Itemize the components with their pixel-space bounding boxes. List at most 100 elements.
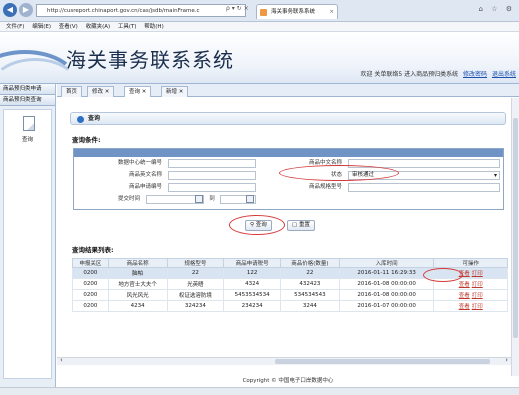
- horizontal-scrollbar[interactable]: ‹ ›: [57, 356, 511, 365]
- apply-no-input[interactable]: [168, 183, 256, 192]
- table-cell: 22: [166, 267, 225, 279]
- table-cell: 122: [223, 267, 282, 279]
- spec-model-input[interactable]: [348, 183, 500, 192]
- address-bar[interactable]: http://cusreport.chinaport.gov.cn/cas/js…: [36, 4, 246, 17]
- table-cell: 2016-01-11 16:29:33: [338, 267, 435, 279]
- menu-tools[interactable]: 工具(T): [118, 24, 137, 30]
- search-section-title: 查询条件:: [72, 136, 101, 144]
- scroll-left-icon[interactable]: ‹: [60, 356, 63, 364]
- table-cell: 324234: [166, 300, 225, 312]
- tab-bar: 首页 修改 ✕ 查询 ✕ 新增 ✕: [57, 84, 519, 97]
- app-header: 海关事务联系系统 欢迎 关单联络5 进入商品预归类系统 修改密码 退出系统: [0, 32, 519, 84]
- table-cell: 2016-01-08 00:00:00: [338, 278, 435, 290]
- app-title: 海关事务联系系统: [66, 48, 234, 72]
- table-row[interactable]: 0200 4234 324234 234234 3244 2016-01-07 …: [72, 300, 508, 312]
- browser-tab-title: 海关事务联系系统: [271, 9, 316, 15]
- back-icon[interactable]: ◀: [3, 3, 17, 17]
- sidebar: 商品预归类申请 商品预归类查询 查询: [0, 84, 56, 387]
- form-row: 数据中心统一编号 商品中文名称: [74, 158, 503, 169]
- welcome-bar: 欢迎 关单联络5 进入商品预归类系统 修改密码 退出系统: [360, 69, 516, 78]
- actions-annotation-ellipse: [423, 268, 463, 282]
- close-tab-icon[interactable]: ×: [329, 5, 334, 19]
- apply-no-label: 商品申请编号: [128, 184, 162, 190]
- column-header: 商品价格(数量): [280, 258, 340, 268]
- print-link[interactable]: 打印: [472, 282, 483, 288]
- search-annotation-ellipse: [229, 215, 285, 235]
- calendar-icon[interactable]: [195, 195, 203, 203]
- document-icon[interactable]: [23, 116, 35, 131]
- menu-favorites[interactable]: 收藏夹(A): [86, 24, 111, 30]
- main-content: 查询 查询条件: 数据中心统一编号 商品中文名称 商品英文名称 状态 审核通过 …: [57, 98, 511, 376]
- table-cell: 4234: [107, 300, 168, 312]
- sidebar-item-apply[interactable]: 商品预归类申请: [0, 84, 55, 95]
- view-link[interactable]: 查看: [459, 304, 470, 310]
- scrollbar-thumb[interactable]: [513, 118, 518, 338]
- column-header: 申报关区: [72, 258, 109, 268]
- search-form: 数据中心统一编号 商品中文名称 商品英文名称 状态 审核通过 商品申请编号 商品…: [73, 148, 504, 210]
- address-bar-icons[interactable]: ρ ▾ ↻ ×: [226, 5, 249, 12]
- table-actions: 查看 打印: [433, 300, 508, 312]
- scroll-right-icon[interactable]: ›: [505, 356, 508, 364]
- table-cell: 地方官士大夫个: [107, 278, 168, 290]
- product-en-name-label: 商品英文名称: [128, 172, 162, 178]
- view-link[interactable]: 查看: [459, 293, 470, 299]
- table-cell: 3244: [280, 300, 340, 312]
- status-bar: [0, 387, 519, 395]
- menu-view[interactable]: 查看(V): [59, 24, 78, 30]
- table-cell: 534534543: [280, 289, 340, 301]
- table-cell: 4324: [223, 278, 282, 290]
- browser-tab[interactable]: 海关事务联系系统 ×: [256, 4, 338, 19]
- print-link[interactable]: 打印: [472, 271, 483, 277]
- column-header: 入库时间: [338, 258, 435, 268]
- panel-title: 查询: [88, 115, 101, 122]
- table-cell: 0200: [72, 267, 109, 279]
- search-form-header: [74, 149, 503, 157]
- tab-query[interactable]: 查询 ✕: [124, 86, 152, 97]
- table-cell: 光英晤: [166, 278, 225, 290]
- table-row[interactable]: 0200 风光风光 权证选溶防境 5453534534 534534543 20…: [72, 289, 508, 301]
- submit-time-label: 提交时间: [117, 196, 140, 202]
- vertical-scrollbar[interactable]: [511, 98, 519, 376]
- change-password-link[interactable]: 修改密码: [463, 71, 487, 78]
- table-cell: 22: [280, 267, 340, 279]
- column-header: 可操作: [433, 258, 508, 268]
- menu-help[interactable]: 帮助(H): [144, 24, 163, 30]
- logout-link[interactable]: 退出系统: [492, 71, 516, 78]
- menu-file[interactable]: 文件(F): [6, 24, 24, 30]
- welcome-text: 欢迎 关单联络5 进入商品预归类系统: [360, 71, 459, 78]
- reset-button[interactable]: ▢ 重置: [287, 220, 315, 231]
- scrollbar-thumb[interactable]: [275, 359, 490, 364]
- tab-edit[interactable]: 修改 ✕: [87, 86, 115, 97]
- tab-home[interactable]: 首页: [61, 86, 83, 97]
- table-header-row: 申报关区 商品名称 规格型号 商品申请税号 商品价格(数量) 入库时间 可操作: [72, 258, 508, 268]
- results-table: 申报关区 商品名称 规格型号 商品申请税号 商品价格(数量) 入库时间 可操作 …: [72, 258, 508, 312]
- form-row: 提交时间 到: [74, 194, 503, 205]
- spec-model-label: 商品规格型号: [308, 184, 342, 190]
- product-en-name-input[interactable]: [168, 171, 256, 180]
- tab-new[interactable]: 新增 ✕: [161, 86, 189, 97]
- menu-edit[interactable]: 编辑(E): [32, 24, 51, 30]
- view-link[interactable]: 查看: [459, 282, 470, 288]
- browser-toolbar-icons[interactable]: ⌂ ☆ ⚙: [479, 5, 515, 13]
- print-link[interactable]: 打印: [472, 304, 483, 310]
- table-cell: 脑帕: [107, 267, 168, 279]
- table-cell: 5453534534: [223, 289, 282, 301]
- data-center-no-input[interactable]: [168, 159, 256, 168]
- table-cell: 234234: [223, 300, 282, 312]
- table-cell: 风光风光: [107, 289, 168, 301]
- forward-icon[interactable]: ▶: [19, 3, 33, 17]
- results-section-title: 查询结果列表:: [72, 246, 114, 254]
- table-cell: 432423: [280, 278, 340, 290]
- sidebar-panel: 查询: [3, 109, 52, 379]
- print-link[interactable]: 打印: [472, 293, 483, 299]
- table-cell: 2016-01-08 00:00:00: [338, 289, 435, 301]
- table-cell: 0200: [72, 289, 109, 301]
- form-row: 商品申请编号 商品规格型号: [74, 182, 503, 193]
- calendar-icon[interactable]: [246, 195, 254, 203]
- sidebar-item-query[interactable]: 商品预归类查询: [0, 95, 55, 106]
- table-cell: 0200: [72, 300, 109, 312]
- sidebar-panel-label[interactable]: 查询: [4, 135, 51, 143]
- reset-icon: ▢: [292, 222, 299, 228]
- table-cell: 2016-01-07 00:00:00: [338, 300, 435, 312]
- column-header: 商品申请税号: [223, 258, 282, 268]
